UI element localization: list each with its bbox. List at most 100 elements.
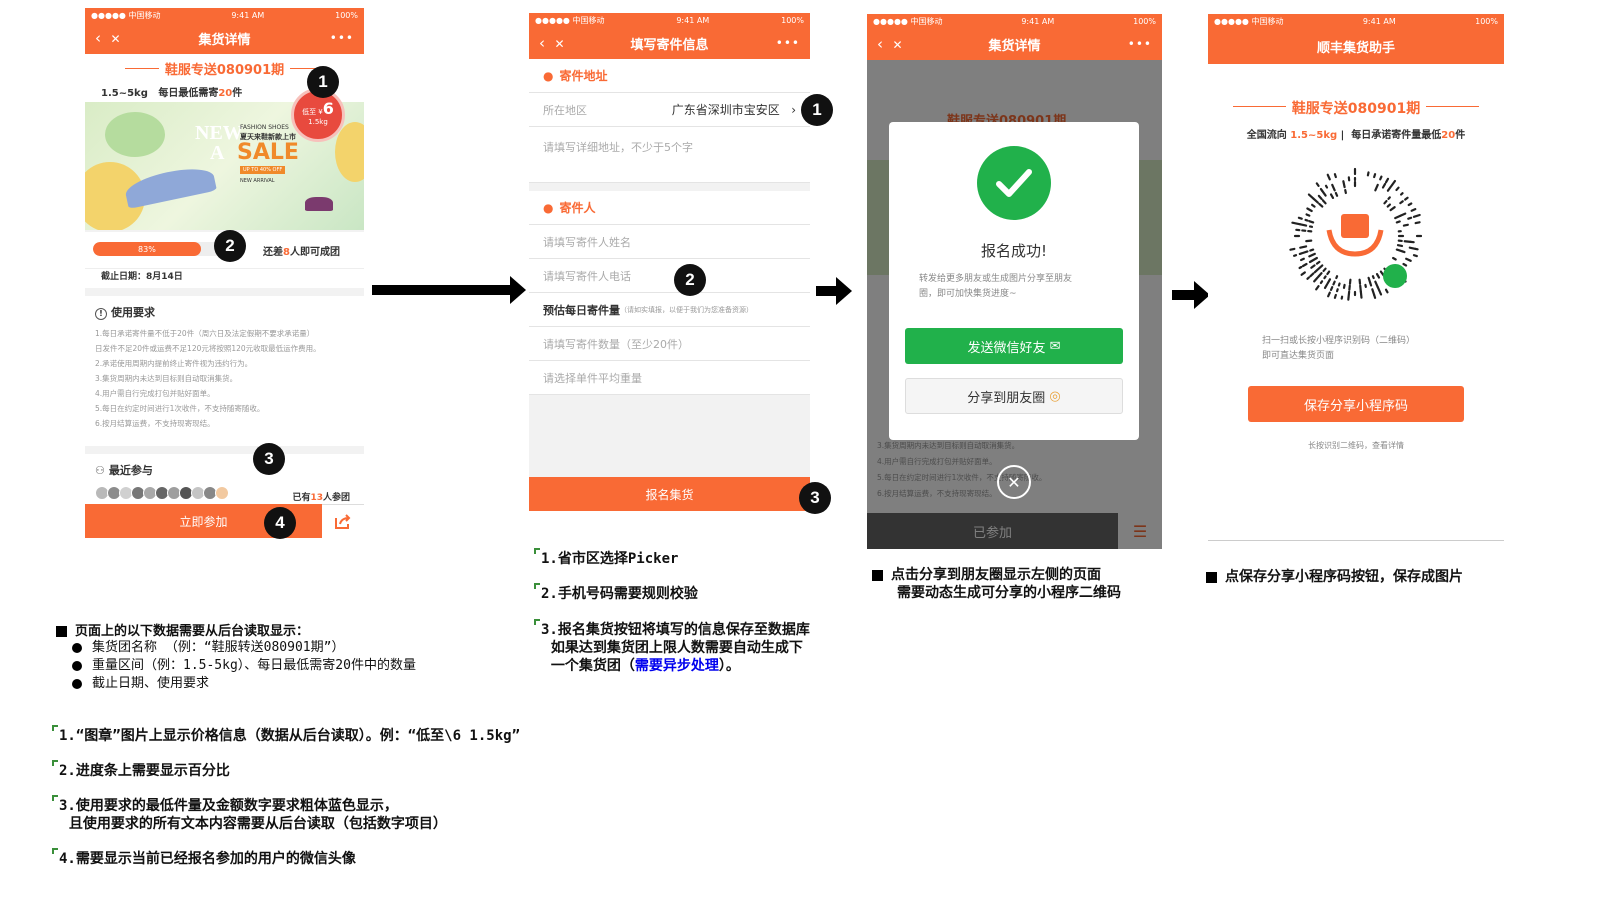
marker-1: 1 [801,94,833,126]
qr-stroke [1386,185,1392,192]
qr-stroke [1323,275,1327,280]
qr-stroke [1298,265,1303,270]
qr-logo-box [1341,214,1369,238]
qr-stroke [1300,271,1306,276]
qr-stroke [1317,264,1324,270]
qr-stroke [1410,208,1417,212]
submit-button[interactable]: 报名集货 [529,477,810,511]
qr-stroke [1299,245,1308,249]
close-icon[interactable]: ✕ [555,37,565,51]
share-moments-button[interactable]: 分享到朋友圈 ◎ [905,378,1123,414]
region-value: 广东省深圳市宝安区 › [671,103,796,117]
qr-stroke [1359,290,1363,299]
qr-stroke [1342,180,1346,189]
back-icon[interactable]: ‹ ✕ [95,29,135,47]
qr-stroke [1399,192,1404,196]
qr-stroke [1387,196,1391,200]
send-wechat-button[interactable]: 发送微信好友 ✉ [905,328,1123,364]
back-icon[interactable]: ‹ ✕ [877,35,917,53]
qr-stroke [1329,193,1335,199]
note-line: 4.需要显示当前已经报名参加的用户的微信头像 [52,848,356,868]
status-bar: ●●●●● 中国移动 9:41 AM 100% [867,14,1162,28]
save-code-button[interactable]: 保存分享小程序码 [1248,386,1464,422]
qr-stroke [1315,285,1320,291]
qr-stroke [1308,259,1313,264]
marker-1: 1 [307,66,339,98]
bullet-icon [56,626,67,637]
share-icon[interactable] [322,504,364,538]
qr-stroke [1315,182,1320,187]
more-icon[interactable]: ••• [314,31,354,45]
region-picker[interactable]: 所在地区 广东省深圳市宝安区 › [529,93,810,127]
bullet-icon [72,660,82,671]
qr-stroke [1384,288,1389,294]
sender-name-input[interactable]: 请填写寄件人姓名 [529,225,810,259]
avatar-list [95,486,229,500]
page-title: 顺丰集货助手 [1316,40,1395,56]
address-section-title: ● 寄件地址 [529,59,810,93]
sender-phone-input[interactable]: 请填写寄件人电话 [529,259,810,293]
flow-arrow [1172,281,1210,309]
async-link[interactable]: 需要异步处理 [635,658,719,674]
qr-stroke [1315,260,1321,265]
qr-stroke [1399,200,1404,205]
flow-info: 全国流向 1.5~5kg | 每日承诺寄件量最低20件 [1246,130,1466,141]
weight-select[interactable]: 请选择单件平均重量 [529,361,810,395]
chevron-right-icon: › [791,103,796,117]
close-icon[interactable]: ✕ [111,32,121,46]
requirement-line: 4.用户需自行完成打包并贴好面单。 [95,389,215,398]
save-hint: 长按识别二维码，查看详情 [1308,441,1404,450]
qr-stroke [1305,239,1313,243]
qr-stroke [1317,194,1323,200]
qr-stroke [1376,286,1381,293]
qr-stroke [1404,196,1409,201]
page-title: 填写寄件信息 [630,37,709,53]
screen-miniprogram-code: ●●●●● 中国移动 9:41 AM 100% 顺丰集货助手 鞋服专送080901期… [1208,14,1504,541]
nav-bar: ‹ ✕ 集货详情 ••• [85,22,364,54]
more-icon[interactable]: ••• [1112,37,1152,51]
qr-stroke [1301,250,1309,255]
scan-instructions: 扫一扫或长按小程序识别码（二维码） 即可直达集货页面 [1262,336,1416,361]
back-icon[interactable]: ‹ ✕ [539,34,579,52]
close-icon[interactable]: ✕ [893,38,903,52]
qr-stroke [1327,291,1331,298]
status-bar: ●●●●● 中国移动 9:41 AM 100% [85,8,364,22]
qr-stroke [1373,293,1377,299]
requirement-line: 6.按月结算运费，不支持现寄现结。 [95,419,215,428]
qr-stroke [1414,221,1421,225]
tick-icon [52,848,58,854]
note-line: 且使用要求的所有文本内容需要从后台读取（包括数字项目） [52,816,447,832]
qr-stroke [1308,252,1316,258]
qr-stroke [1373,173,1377,179]
nav-bar: 顺丰集货助手 [1208,28,1504,64]
qr-stroke [1301,262,1308,268]
qr-stroke [1402,262,1408,267]
requirement-line: 2.承诺使用周期内提前终止寄件视为违约行为。 [95,359,253,368]
check-icon [977,146,1051,220]
banner-discount: UP TO 40% OFF [240,166,286,174]
note-screen3: 点击分享到朋友圈显示左侧的页面 需要动态生成可分享的小程序二维码 [872,566,1121,602]
tick-icon [534,583,540,589]
close-dialog-icon[interactable]: ✕ [997,465,1031,499]
carrier: ●●●●● 中国移动 [91,10,161,20]
backend-item: 截止日期、使用要求 [72,675,416,693]
qr-stroke [1342,283,1346,289]
address-detail-input[interactable]: 请填写详细地址，不少于5个字 [529,127,810,183]
qr-stroke [1313,276,1319,283]
weight-range: 1.5~5kg [101,88,148,99]
page-title: 集货详情 [988,38,1041,54]
qr-stroke [1304,218,1309,222]
qr-stroke [1326,278,1332,285]
quantity-input[interactable]: 请填写寄件数量（至少20件） [529,327,810,361]
qr-stroke [1405,257,1412,262]
qr-stroke [1294,222,1302,226]
marker-3: 3 [253,443,285,475]
more-icon[interactable]: ••• [760,36,800,50]
qr-stroke [1310,264,1316,269]
qr-stroke [1329,286,1334,291]
note-line: 1.“图章”图片上显示价格信息（数据从后台读取）。例：“低至\6 1.5kg” [52,725,520,745]
qr-stroke [1307,193,1315,200]
region-label: 所在地区 [543,103,587,117]
deadline: 截止日期：8月14日 [85,268,364,288]
marker-2: 2 [214,230,246,262]
